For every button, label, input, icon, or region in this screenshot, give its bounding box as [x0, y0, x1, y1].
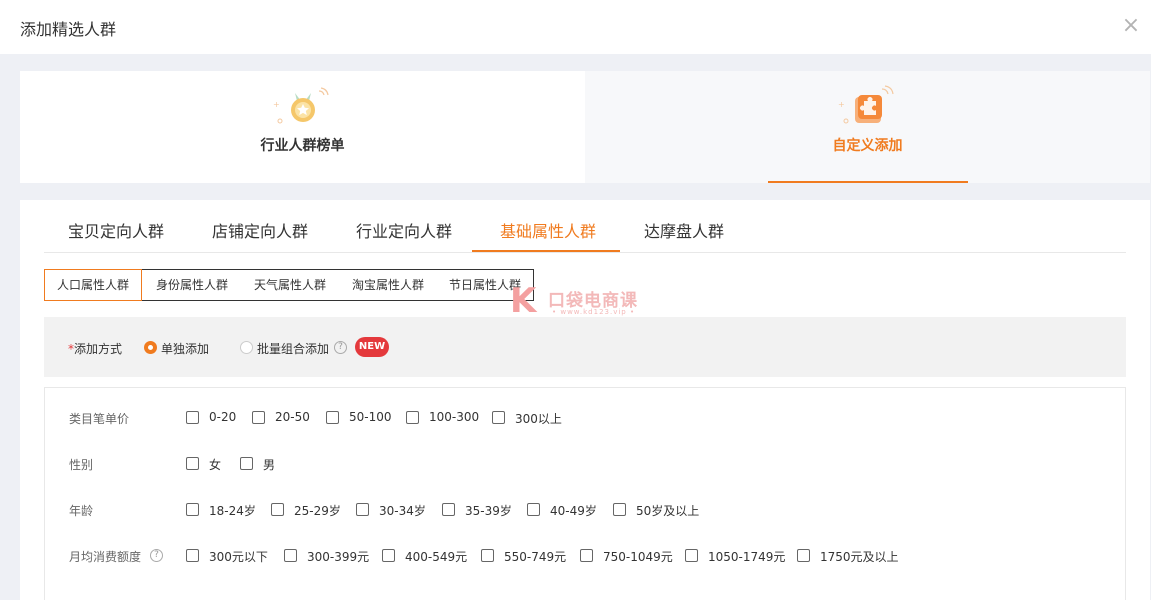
- subtab-identity[interactable]: 身份属性人群: [143, 270, 241, 300]
- tab-item-crowd[interactable]: 宝贝定向人群: [68, 218, 164, 242]
- add-method-label: *添加方式: [68, 342, 123, 356]
- subtab-population[interactable]: 人口属性人群: [44, 269, 142, 301]
- mode-industry-ranking-label: 行业人群榜单: [260, 138, 345, 154]
- crowd-tabs: 宝贝定向人群 店铺定向人群 行业定向人群 基础属性人群 达摩盘人群: [44, 200, 1126, 253]
- watermark-logo: K 口袋电商课 • www.kd123.vip •: [510, 282, 650, 322]
- radio-dot: [240, 341, 253, 354]
- tab-active-indicator: [472, 250, 620, 252]
- row-label-gender: 性别: [69, 458, 94, 472]
- tab-shop-crowd[interactable]: 店铺定向人群: [212, 218, 308, 242]
- subtab-taobao[interactable]: 淘宝属性人群: [339, 270, 437, 300]
- watermark-k-icon: K: [510, 281, 537, 321]
- tab-industry-crowd[interactable]: 行业定向人群: [356, 218, 452, 242]
- add-method-bar: *添加方式 单独添加 批量组合添加 ? NEW: [44, 317, 1126, 377]
- radio-batch-add-label: 批量组合添加: [257, 342, 330, 356]
- radio-dot: [144, 341, 157, 354]
- new-badge: NEW: [355, 337, 389, 357]
- mode-active-indicator: [768, 181, 968, 183]
- dialog-header: 添加精选人群 ×: [0, 0, 1151, 54]
- attribute-panel: 类目笔单价 0-20 20-50 50-100 100-300 300以上 性别…: [44, 387, 1126, 600]
- row-label-age: 年龄: [69, 504, 94, 518]
- medal-icon: +: [271, 85, 335, 135]
- mode-industry-ranking[interactable]: + 行业人群榜单: [20, 71, 585, 183]
- svg-text:+: +: [273, 100, 280, 109]
- subtab-weather[interactable]: 天气属性人群: [241, 270, 339, 300]
- help-icon[interactable]: ?: [334, 341, 347, 354]
- radio-single-add-label: 单独添加: [161, 342, 210, 356]
- dialog-title: 添加精选人群: [20, 20, 117, 39]
- puzzle-icon: +: [836, 85, 900, 135]
- main-panel: 宝贝定向人群 店铺定向人群 行业定向人群 基础属性人群 达摩盘人群 人口属性人群…: [20, 200, 1150, 600]
- svg-text:+: +: [838, 100, 845, 109]
- row-label-monthly-spend: 月均消费额度: [69, 550, 142, 564]
- help-icon[interactable]: ?: [150, 549, 163, 562]
- tab-basic-attr-crowd[interactable]: 基础属性人群: [500, 218, 596, 242]
- mode-selector: + 行业人群榜单 + 自定义添加: [20, 71, 1150, 183]
- row-label-price: 类目笔单价: [69, 412, 130, 426]
- watermark-url: • www.kd123.vip •: [552, 308, 636, 316]
- tab-damopan-crowd[interactable]: 达摩盘人群: [644, 218, 724, 242]
- attr-subtabs: 人口属性人群 身份属性人群 天气属性人群 淘宝属性人群 节日属性人群: [44, 269, 534, 301]
- mode-custom-add[interactable]: + 自定义添加: [585, 71, 1150, 183]
- mode-custom-add-label: 自定义添加: [832, 138, 903, 154]
- close-icon[interactable]: ×: [1119, 14, 1143, 38]
